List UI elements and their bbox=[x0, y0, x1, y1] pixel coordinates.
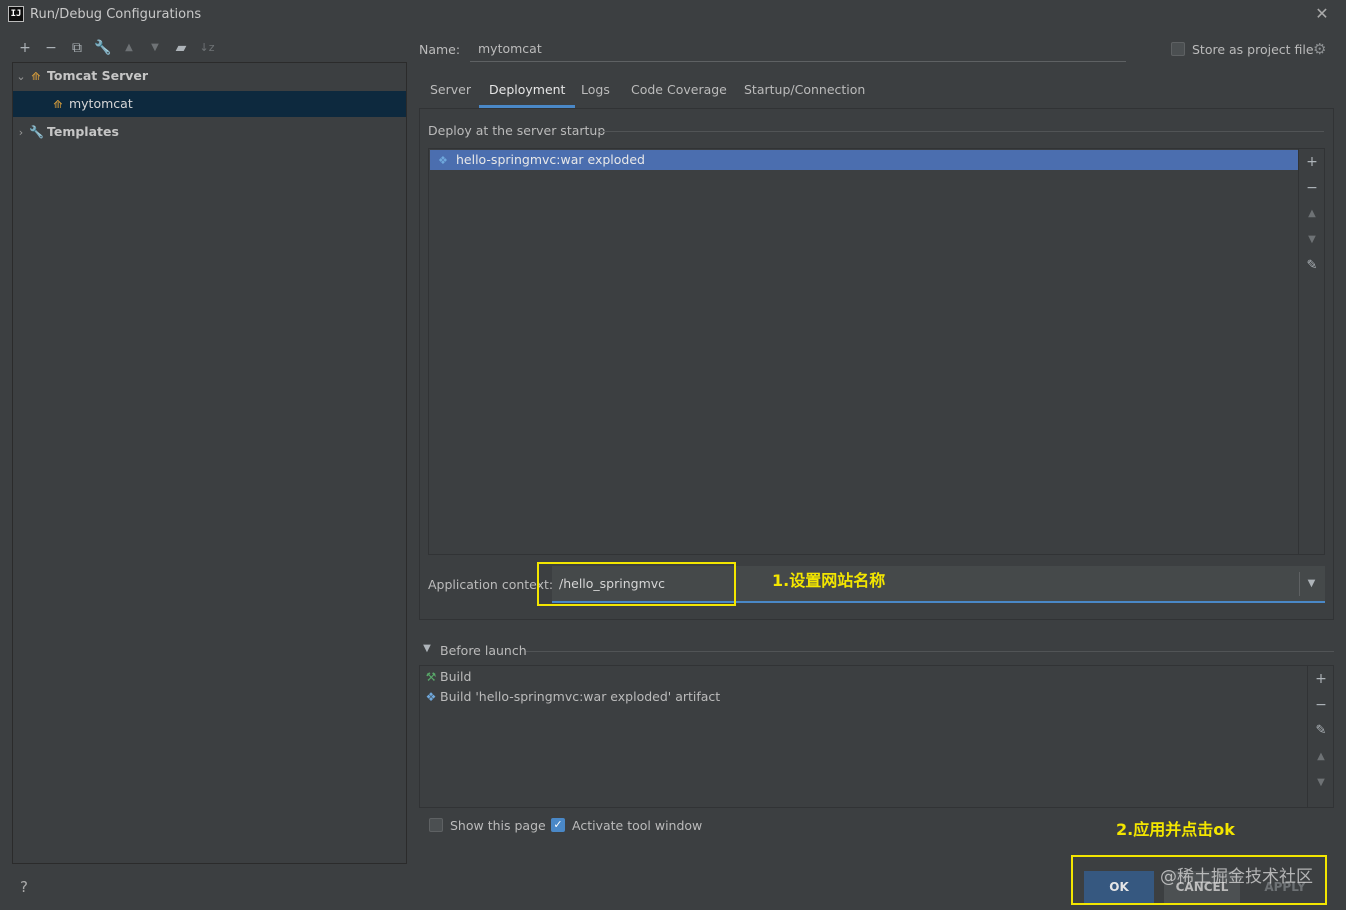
add-icon[interactable]: + bbox=[1308, 668, 1334, 690]
annotation-step-1: 1.设置网站名称 bbox=[772, 571, 886, 590]
deploy-artifact-list[interactable]: ❖ hello-springmvc:war exploded bbox=[428, 148, 1299, 555]
remove-configuration-icon[interactable]: − bbox=[41, 38, 61, 58]
move-up-icon[interactable]: ▲ bbox=[1308, 746, 1334, 768]
list-item[interactable]: ❖ hello-springmvc:war exploded bbox=[430, 150, 1298, 170]
tomcat-icon: ⟰ bbox=[53, 98, 63, 111]
list-item-label: Build 'hello-springmvc:war exploded' art… bbox=[440, 689, 721, 704]
list-item-label: Build bbox=[440, 669, 472, 684]
gear-icon[interactable]: ⚙ bbox=[1313, 40, 1326, 58]
tab-startup-connection[interactable]: Startup/Connection bbox=[734, 74, 875, 108]
edit-pencil-icon[interactable]: ✎ bbox=[1308, 720, 1334, 742]
sort-icon[interactable]: ↓z bbox=[197, 38, 217, 58]
window-title: Run/Debug Configurations bbox=[30, 7, 202, 22]
remove-icon[interactable]: − bbox=[1299, 177, 1325, 199]
wrench-icon: 🔧 bbox=[29, 125, 44, 139]
close-icon[interactable]: ✕ bbox=[1312, 4, 1332, 24]
highlight-box-buttons bbox=[1071, 855, 1327, 905]
title-bar: IJ Run/Debug Configurations ✕ bbox=[0, 0, 1346, 30]
tree-item-label: Templates bbox=[46, 124, 119, 139]
move-down-icon[interactable]: ▼ bbox=[145, 38, 165, 58]
tab-logs[interactable]: Logs bbox=[571, 74, 620, 108]
chevron-down-icon[interactable]: ▼ bbox=[1299, 572, 1323, 596]
chevron-right-icon[interactable]: › bbox=[13, 120, 29, 146]
artifact-icon: ❖ bbox=[425, 690, 437, 704]
section-divider bbox=[526, 651, 1334, 652]
list-item[interactable]: ⚒ Build bbox=[422, 667, 472, 687]
store-as-project-file-label: Store as project file bbox=[1192, 42, 1314, 57]
deploy-list-toolbar: + − ▲ ▼ ✎ bbox=[1299, 148, 1325, 555]
chevron-down-icon[interactable]: ⌄ bbox=[13, 64, 29, 90]
activate-tool-window-checkbox[interactable]: ✓ bbox=[551, 818, 565, 832]
list-item-label: hello-springmvc:war exploded bbox=[455, 152, 645, 167]
copy-configuration-icon[interactable]: ⧉ bbox=[67, 38, 87, 58]
add-icon[interactable]: + bbox=[1299, 151, 1325, 173]
section-divider bbox=[598, 131, 1324, 132]
name-label: Name: bbox=[419, 42, 461, 57]
new-folder-icon[interactable]: ▰ bbox=[171, 38, 191, 58]
add-configuration-icon[interactable]: + bbox=[15, 38, 35, 58]
before-launch-list[interactable]: ⚒ Build ❖ Build 'hello-springmvc:war explo… bbox=[419, 665, 1308, 808]
list-item[interactable]: ❖ Build 'hello-springmvc:war exploded' ar… bbox=[422, 687, 721, 707]
move-down-icon[interactable]: ▼ bbox=[1299, 229, 1325, 251]
tomcat-icon: ⟰ bbox=[31, 70, 41, 83]
activate-tool-window-label: Activate tool window bbox=[572, 818, 703, 833]
chevron-down-icon[interactable]: ▼ bbox=[421, 643, 433, 654]
artifact-icon: ❖ bbox=[438, 154, 448, 167]
tree-item-templates[interactable]: › 🔧 Templates bbox=[13, 119, 406, 145]
annotation-step-2: 2.应用并点击ok bbox=[1116, 820, 1235, 839]
remove-icon[interactable]: − bbox=[1308, 694, 1334, 716]
highlight-box-context bbox=[537, 562, 736, 606]
tab-server[interactable]: Server bbox=[420, 74, 481, 108]
before-launch-toolbar: + − ✎ ▲ ▼ bbox=[1308, 665, 1334, 808]
intellij-logo-icon: IJ bbox=[8, 6, 24, 22]
tree-item-label: mytomcat bbox=[68, 96, 133, 111]
move-down-icon[interactable]: ▼ bbox=[1308, 772, 1334, 794]
configuration-tree: ⌄ ⟰ Tomcat Server ⟰ mytomcat › 🔧 Templates bbox=[12, 62, 407, 864]
help-button[interactable]: ? bbox=[20, 878, 28, 896]
edit-pencil-icon[interactable]: ✎ bbox=[1299, 255, 1325, 277]
move-up-icon[interactable]: ▲ bbox=[1299, 203, 1325, 225]
tree-item-label: Tomcat Server bbox=[46, 68, 149, 83]
store-as-project-file-checkbox[interactable] bbox=[1171, 42, 1185, 56]
name-field[interactable] bbox=[470, 36, 1126, 62]
hammer-icon: ⚒ bbox=[425, 670, 437, 684]
tab-code-coverage[interactable]: Code Coverage bbox=[621, 74, 737, 108]
tree-item-tomcat-server[interactable]: ⌄ ⟰ Tomcat Server bbox=[13, 63, 406, 89]
show-this-page-checkbox[interactable] bbox=[429, 818, 443, 832]
application-context-label: Application context: bbox=[428, 577, 554, 592]
tab-deployment[interactable]: Deployment bbox=[479, 74, 576, 108]
move-up-icon[interactable]: ▲ bbox=[119, 38, 139, 58]
edit-templates-icon[interactable]: 🔧 bbox=[93, 38, 113, 58]
show-this-page-label: Show this page bbox=[450, 818, 546, 833]
tree-item-mytomcat[interactable]: ⟰ mytomcat bbox=[13, 91, 406, 117]
before-launch-title: Before launch bbox=[440, 643, 527, 658]
deploy-section-title: Deploy at the server startup bbox=[428, 123, 606, 138]
